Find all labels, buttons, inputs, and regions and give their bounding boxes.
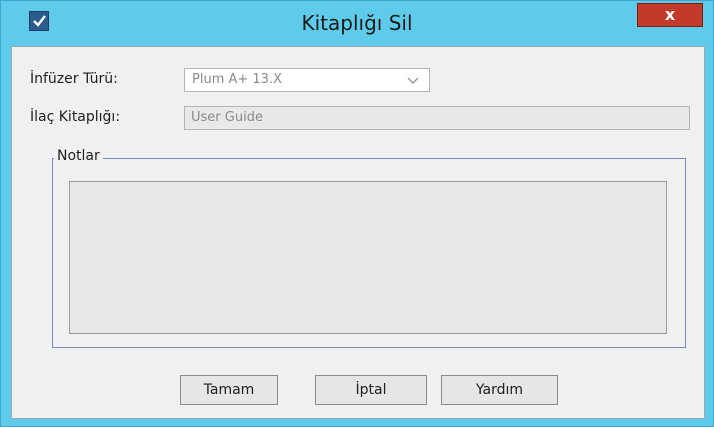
chevron-down-icon (407, 77, 419, 85)
title-bar[interactable]: Kitaplığı Sil x (1, 1, 713, 45)
notes-textarea[interactable] (69, 181, 667, 334)
window-title: Kitaplığı Sil (301, 11, 413, 35)
notes-group-label: Notlar (54, 148, 103, 164)
drug-library-value: User Guide (191, 110, 263, 125)
drug-library-field: User Guide (184, 106, 690, 130)
drug-library-label: İlaç Kitaplığı: (30, 109, 121, 125)
cancel-button[interactable]: İptal (315, 375, 427, 405)
infuser-type-label: İnfüzer Türü: (30, 71, 118, 87)
help-button[interactable]: Yardım (441, 375, 558, 405)
ok-button[interactable]: Tamam (180, 375, 278, 405)
close-button[interactable]: x (637, 3, 703, 27)
infuser-type-value: Plum A+ 13.X (192, 72, 282, 87)
dialog-body: İnfüzer Türü: Plum A+ 13.X İlaç Kitaplığ… (11, 46, 705, 419)
infuser-type-select[interactable]: Plum A+ 13.X (184, 68, 430, 92)
dialog-window: Kitaplığı Sil x İnfüzer Türü: Plum A+ 13… (0, 0, 714, 427)
